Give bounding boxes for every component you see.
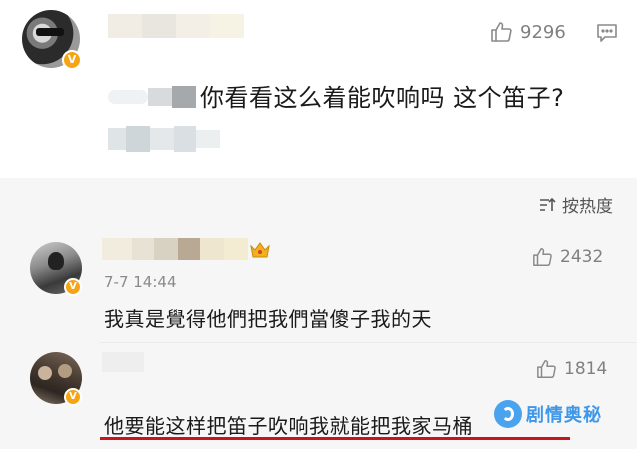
crown-icon	[250, 242, 270, 258]
comment-1-name-blurred[interactable]	[102, 238, 248, 260]
watermark-logo-icon	[494, 400, 522, 428]
comment-1-time: 7-7 14:44	[104, 273, 177, 291]
watermark: 剧情奥秘	[494, 400, 602, 428]
post-like-count: 9296	[520, 21, 566, 43]
comment-icon	[597, 24, 617, 42]
comment-2-like-count: 1814	[564, 359, 608, 379]
sort-by-hot-button[interactable]: 按热度	[538, 192, 613, 217]
blurred-mention	[108, 86, 196, 108]
thumbs-up-icon	[533, 248, 552, 266]
post-like-button[interactable]: 9296	[490, 20, 566, 44]
verified-badge-icon: V	[64, 388, 82, 406]
post-text: 你看看这么着能吹响吗 这个笛子?	[200, 84, 565, 112]
comment-1-text: 我真是覺得他們把我們當傻子我的天	[104, 307, 432, 331]
thumbs-up-icon	[491, 22, 512, 42]
watermark-text: 剧情奥秘	[526, 405, 602, 426]
red-underline	[100, 437, 570, 440]
verified-badge-icon: V	[64, 278, 82, 296]
comment-2-text: 他要能这样把笛子吹响我就能把我家马桶	[104, 414, 473, 438]
verified-badge-icon: V	[62, 50, 82, 70]
comment-2-like-button[interactable]: 1814	[536, 358, 607, 380]
sort-icon	[540, 197, 556, 211]
comment-button[interactable]	[596, 22, 618, 48]
sort-label: 按热度	[562, 197, 613, 217]
post-author-name-blurred[interactable]	[108, 14, 244, 38]
comment-divider	[100, 342, 637, 343]
comment-1-like-count: 2432	[560, 247, 604, 267]
thumbs-up-icon	[537, 360, 556, 378]
comment-1-like-button[interactable]: 2432	[532, 246, 603, 268]
original-post: V 9296 你看看这么着能吹响吗 这个笛子?	[0, 0, 637, 178]
comment-2-name-blurred[interactable]	[102, 352, 144, 372]
blurred-secondary-line	[108, 126, 220, 152]
